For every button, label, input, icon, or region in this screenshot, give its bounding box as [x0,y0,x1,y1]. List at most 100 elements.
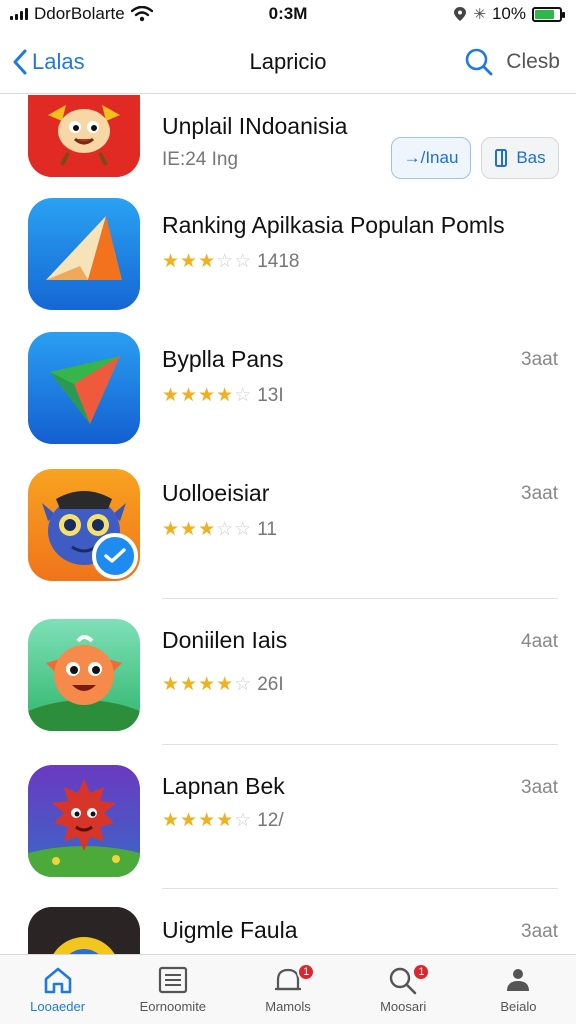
tab-search[interactable]: 1 Moosari [346,955,461,1024]
tab-list[interactable]: Eornoomite [115,955,230,1024]
star-filled-icon: ★ [216,385,234,406]
signal-icon [10,8,28,20]
tab-label: Looaeder [30,999,86,1014]
star-filled-icon: ★ [198,674,216,695]
rating-stars: ★ ★ ★ ☆ ☆ [162,518,251,541]
rating-stars: ★ ★ ★ ★ ☆ [162,809,251,832]
app-name: Ranking Apilkasia Populan Pomls [162,212,505,238]
rating-stars: ★ ★ ★ ★ ☆ [162,384,251,407]
star-filled-icon: ★ [180,810,198,831]
notification-badge: 1 [297,963,316,981]
nav-bar: Lalas Lapricio Clesb [0,30,576,94]
app-icon-yellow-ring [28,907,140,955]
app-list: Unplail INdoanisia IE:24 Ing →/Inau Bas … [0,95,576,955]
list-item[interactable]: Byplla Pans ★ ★ ★ ★ ☆ 13I 3aat [0,329,576,463]
wifi-icon [130,6,153,22]
app-meta: ★ ★ ★ ★ ☆ 26I [162,673,284,696]
rating-count: 13I [257,384,284,406]
bas-button-label: Bas [516,148,546,167]
star-empty-icon: ☆ [234,385,252,406]
app-meta: ★ ★ ★ ★ ☆ 12/ [162,809,284,832]
app-icon-arrow-blue [28,198,140,310]
app-action[interactable]: 3aat [521,349,558,371]
status-right: ✳ 10% [453,4,565,24]
app-name: Byplla Pans [162,346,284,372]
app-meta: ★ ★ ★ ★ ☆ 13I [162,384,284,407]
notification-badge: 1 [412,963,431,981]
star-filled-icon: ★ [180,385,198,406]
app-icon-arrow-green [28,332,140,444]
star-filled-icon: ★ [180,519,198,540]
star-filled-icon: ★ [180,674,198,695]
star-filled-icon: ★ [198,810,216,831]
status-bar: DdorBolarte 0:3M ✳ 10% [0,0,576,28]
open-button-label: →/Inau [403,148,459,167]
search-icon[interactable] [464,47,494,77]
tab-home[interactable]: Looaeder [0,955,115,1024]
app-icon-red-spiky [28,765,140,877]
nav-right-label[interactable]: Clesb [506,50,560,74]
app-name: Uolloeisiar [162,480,270,506]
app-name: Doniilen Iais [162,627,288,653]
rating-count: 11 [257,518,277,540]
status-time: 0:3M [268,4,308,23]
star-filled-icon: ★ [198,519,216,540]
tab-label: Moosari [380,999,427,1014]
star-empty-icon: ☆ [234,519,252,540]
star-filled-icon: ★ [162,674,180,695]
list-item[interactable]: Doniilen Iais ★ ★ ★ ★ ☆ 26I 4aat [0,599,576,745]
star-empty-icon: ☆ [234,674,252,695]
bas-button[interactable]: Bas [481,137,559,179]
app-icon-cat-monster [28,469,140,581]
star-filled-icon: ★ [162,251,180,272]
tab-bar: Looaeder Eornoomite 1 Mamols 1 Moosari B… [0,954,576,1024]
star-filled-icon: ★ [216,810,234,831]
app-action[interactable]: 4aat [521,631,558,653]
star-empty-icon: ☆ [234,251,252,272]
list-item[interactable]: Ranking Apilkasia Populan Pomls ★ ★ ★ ☆ ☆ 14… [0,195,576,329]
tab-label: Eornoomite [139,999,207,1014]
app-action[interactable]: 3aat [521,921,558,943]
app-icon-orange-creature [28,619,140,731]
star-filled-icon: ★ [216,674,234,695]
battery-fill [535,9,555,19]
star-empty-icon: ☆ [234,810,252,831]
rating-count: 12/ [257,809,284,831]
location-icon [454,7,467,21]
rating-count: 1418 [257,250,300,272]
tab-label: Mamols [265,999,311,1014]
list-item[interactable]: Unplail INdoanisia IE:24 Ing →/Inau Bas [0,95,576,195]
rating-count: 26I [257,673,284,695]
app-meta: ★ ★ ★ ☆ ☆ 1418 [162,250,300,273]
chevron-left-icon [13,49,27,74]
status-left: DdorBolarte [10,4,153,24]
app-name: Lapnan Bek [162,773,285,799]
list-item[interactable]: Lapnan Bek ★ ★ ★ ★ ☆ 12/ 3aat [0,745,576,889]
star-filled-icon: ★ [180,251,198,272]
list-item[interactable]: Uigmle Faula 3aat [0,889,576,955]
app-action[interactable]: 3aat [521,483,558,505]
tab-notifications[interactable]: 1 Mamols [230,955,345,1024]
messenger-badge-icon [92,533,138,579]
person-icon [507,969,530,991]
star-filled-icon: ★ [198,251,216,272]
tab-profile[interactable]: Beialo [461,955,576,1024]
star-filled-icon: ★ [162,519,180,540]
doc-icon [495,149,508,167]
nav-right: Clesb [464,47,560,77]
rating-stars: ★ ★ ★ ☆ ☆ [162,250,251,273]
app-action[interactable]: 3aat [521,777,558,799]
star-empty-icon: ☆ [216,519,234,540]
star-filled-icon: ★ [162,810,180,831]
carrier-label: DdorBolarte [34,4,125,23]
open-button[interactable]: →/Inau [391,137,471,179]
app-name: Unplail INdoanisia [162,113,348,139]
back-label: Lalas [32,48,85,74]
list-item[interactable]: Uolloeisiar ★ ★ ★ ☆ ☆ 11 3aat [0,463,576,599]
star-filled-icon: ★ [162,385,180,406]
home-icon [44,967,71,994]
battery-percent: 10% [491,4,526,23]
back-button[interactable]: Lalas [12,49,85,75]
bluetooth-icon: ✳ [473,6,486,23]
rating-stars: ★ ★ ★ ★ ☆ [162,673,251,696]
